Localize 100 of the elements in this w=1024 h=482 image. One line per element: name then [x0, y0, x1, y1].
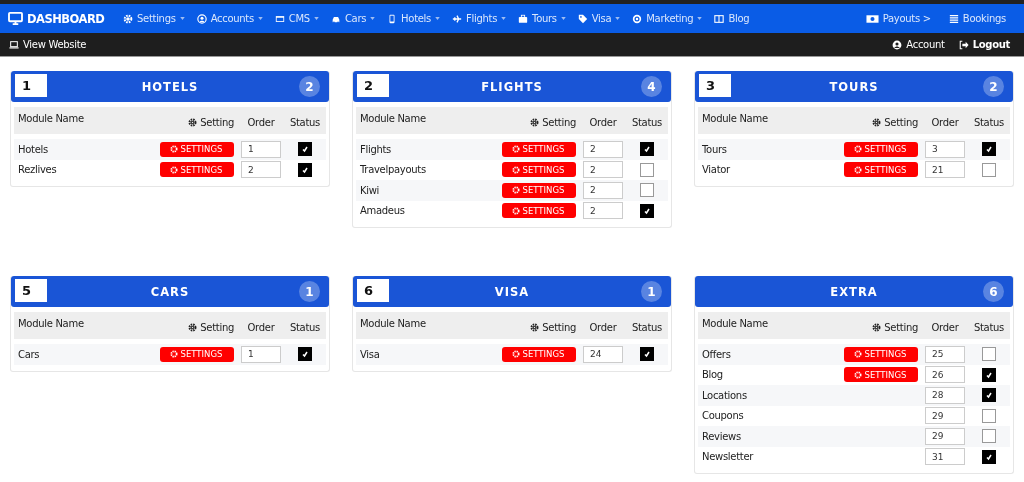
- order-field[interactable]: 24: [583, 345, 623, 363]
- column-header: Module Name: [701, 112, 769, 124]
- account-link[interactable]: Account: [892, 39, 945, 50]
- settings-button[interactable]: SETTINGS: [502, 182, 576, 198]
- gear-icon: [872, 117, 882, 127]
- columns-icon: [714, 13, 725, 24]
- order-field[interactable]: 1: [241, 140, 281, 158]
- settings-button[interactable]: SETTINGS: [160, 162, 234, 178]
- settings-button[interactable]: SETTINGS: [502, 162, 576, 178]
- column-header: Module Name: [17, 317, 85, 329]
- tag-icon: [577, 13, 588, 24]
- dashboard-link[interactable]: DASHBOARD: [8, 11, 123, 26]
- panel-title: VISA: [494, 284, 530, 299]
- gear-icon: [169, 165, 178, 174]
- status-checkbox[interactable]: [982, 388, 996, 403]
- status-checkbox[interactable]: [982, 408, 996, 423]
- order-field[interactable]: 29: [925, 427, 965, 445]
- order-field[interactable]: 1: [241, 345, 281, 363]
- nav-menu-item[interactable]: Flights: [452, 13, 507, 24]
- column-header-label: Setting: [884, 321, 918, 333]
- settings-button[interactable]: SETTINGS: [844, 367, 918, 383]
- nav-menu-item[interactable]: Settings: [123, 13, 185, 24]
- order-field[interactable]: 28: [925, 386, 965, 404]
- status-checkbox[interactable]: [640, 183, 654, 198]
- nav-menu-item[interactable]: Cars: [330, 13, 376, 24]
- status-checkbox[interactable]: [982, 429, 996, 444]
- nav-menu-item[interactable]: Marketing: [632, 13, 703, 24]
- status-checkbox[interactable]: [298, 162, 312, 177]
- gear-icon: [511, 186, 520, 195]
- nav-menu-item[interactable]: Payouts >: [865, 13, 931, 24]
- count-badge: 2: [299, 76, 320, 97]
- settings-button[interactable]: SETTINGS: [844, 141, 918, 157]
- column-header: Order: [588, 320, 618, 333]
- view-website-link[interactable]: View Website: [9, 39, 87, 50]
- settings-button[interactable]: SETTINGS: [502, 203, 576, 219]
- user-circle-icon: [196, 13, 207, 24]
- status-checkbox[interactable]: [982, 162, 996, 177]
- status-checkbox[interactable]: [982, 449, 996, 464]
- nav-menu-item[interactable]: Hotels: [387, 13, 440, 24]
- settings-button[interactable]: SETTINGS: [844, 162, 918, 178]
- status-checkbox[interactable]: [298, 142, 312, 157]
- order-field[interactable]: 31: [925, 448, 965, 466]
- status-checkbox[interactable]: [640, 142, 654, 157]
- panel-number: 2: [357, 74, 389, 97]
- order-field[interactable]: 2: [583, 181, 623, 199]
- settings-button[interactable]: SETTINGS: [160, 346, 234, 362]
- laptop-icon: [9, 39, 19, 50]
- status-checkbox[interactable]: [640, 347, 654, 362]
- gear-icon: [872, 322, 882, 332]
- gear-icon: [853, 165, 862, 174]
- status-checkbox[interactable]: [982, 347, 996, 362]
- panel-title: EXTRA: [830, 284, 878, 299]
- order-field[interactable]: 2: [241, 161, 281, 179]
- logout-link[interactable]: Logout: [958, 39, 1010, 50]
- status-checkbox[interactable]: [298, 347, 312, 362]
- order-field[interactable]: 3: [925, 140, 965, 158]
- nav-menu-item[interactable]: CMS: [274, 13, 319, 24]
- count-badge: 2: [983, 76, 1004, 97]
- module-name: Tours: [701, 143, 728, 155]
- gear-icon: [169, 350, 178, 359]
- status-checkbox[interactable]: [982, 367, 996, 382]
- banknote-icon: [865, 13, 879, 24]
- module-name: Travelpayouts: [359, 164, 427, 176]
- column-header: Module Name: [359, 317, 427, 329]
- nav-menu-item[interactable]: Accounts: [196, 13, 263, 24]
- nav-menu-item[interactable]: Blog: [714, 13, 750, 24]
- panel-title: FLIGHTS: [481, 79, 543, 94]
- checkmark-icon: [642, 144, 652, 155]
- column-header-label: Setting: [200, 116, 234, 128]
- nav-menu-item[interactable]: Tours: [518, 13, 566, 24]
- settings-button[interactable]: SETTINGS: [502, 346, 576, 362]
- status-checkbox[interactable]: [982, 142, 996, 157]
- window-icon: [274, 13, 285, 24]
- gear-icon: [853, 350, 862, 359]
- settings-button[interactable]: SETTINGS: [502, 141, 576, 157]
- order-field[interactable]: 26: [925, 366, 965, 384]
- column-header-label: Setting: [200, 321, 234, 333]
- nav-menu-item[interactable]: Bookings: [948, 13, 1006, 24]
- settings-button[interactable]: SETTINGS: [160, 141, 234, 157]
- status-checkbox[interactable]: [640, 162, 654, 177]
- gear-icon: [853, 145, 862, 154]
- order-field[interactable]: 2: [583, 202, 623, 220]
- order-field[interactable]: 2: [583, 140, 623, 158]
- order-field[interactable]: 25: [925, 345, 965, 363]
- gear-icon: [188, 322, 198, 332]
- status-checkbox[interactable]: [640, 203, 654, 218]
- module-name: Rezlives: [17, 164, 58, 176]
- order-field[interactable]: 29: [925, 407, 965, 425]
- sign-out-icon: [958, 39, 969, 50]
- column-header: Order: [930, 320, 960, 333]
- panel-title: HOTELS: [141, 79, 199, 94]
- nav-menu-item[interactable]: Visa: [577, 13, 621, 24]
- order-field[interactable]: 2: [583, 161, 623, 179]
- column-header: Module Name: [359, 112, 427, 124]
- module-name: Visa: [359, 348, 381, 360]
- count-badge: 1: [299, 281, 320, 302]
- settings-button[interactable]: SETTINGS: [844, 346, 918, 362]
- order-field[interactable]: 21: [925, 161, 965, 179]
- user-circle-icon: [892, 39, 903, 50]
- module-name: Reviews: [701, 430, 742, 442]
